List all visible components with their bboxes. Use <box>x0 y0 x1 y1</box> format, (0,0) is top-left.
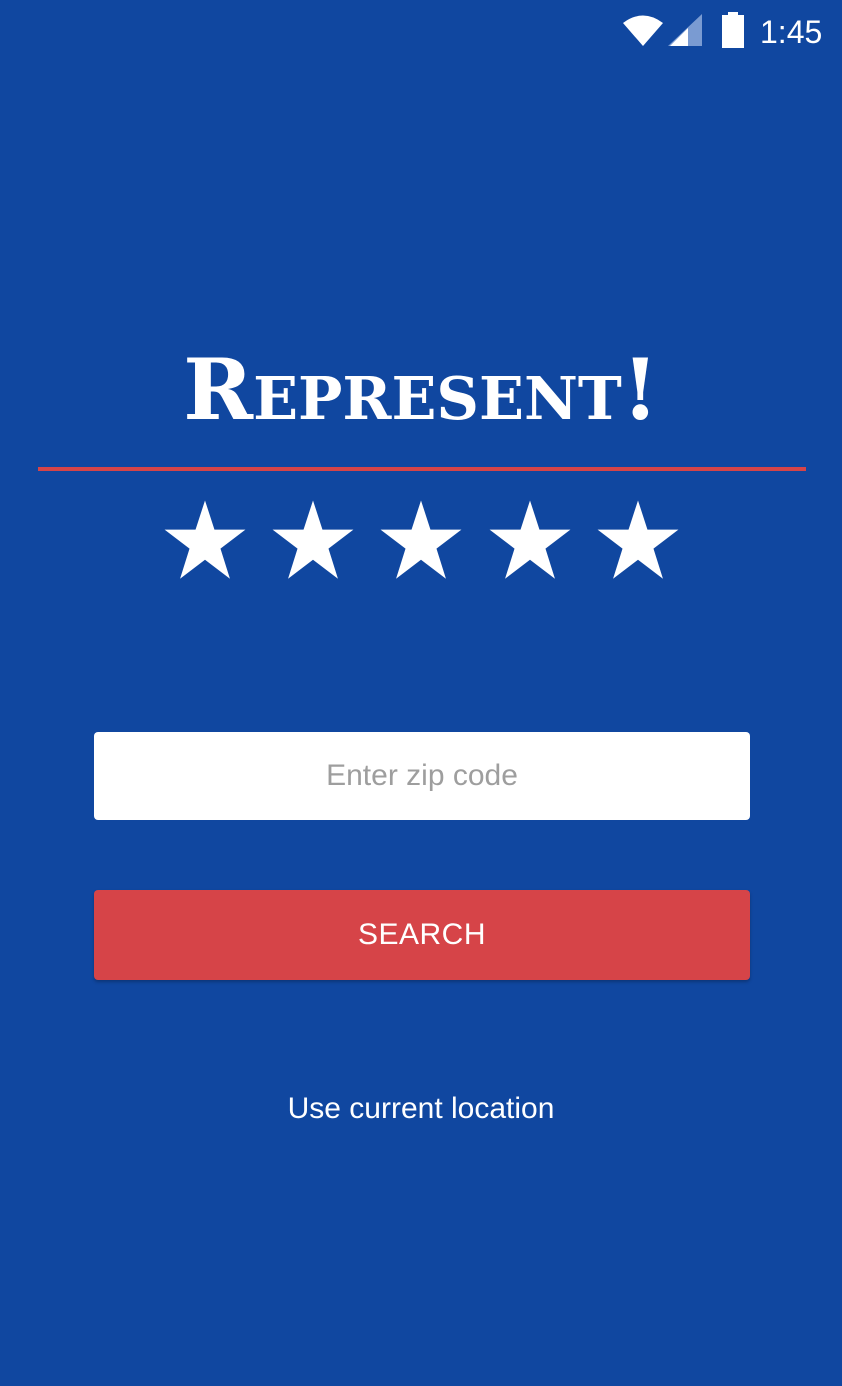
battery-icon <box>722 12 744 48</box>
title-divider <box>38 467 806 471</box>
status-clock: 1:45 <box>760 14 823 50</box>
search-button[interactable]: SEARCH <box>94 890 750 980</box>
star-icon <box>489 500 571 579</box>
star-icon <box>597 500 679 579</box>
star-icon <box>272 500 354 579</box>
star-icon <box>164 500 246 579</box>
app-title: Represent! <box>183 340 659 439</box>
use-current-location-link[interactable]: Use current location <box>0 1089 842 1129</box>
star-icon <box>380 500 462 579</box>
status-bar: 1:45 <box>0 0 842 64</box>
zip-code-input[interactable] <box>94 732 750 820</box>
cell-signal-icon <box>668 14 702 46</box>
star-rating-decoration <box>0 497 842 587</box>
wifi-icon <box>623 15 663 46</box>
